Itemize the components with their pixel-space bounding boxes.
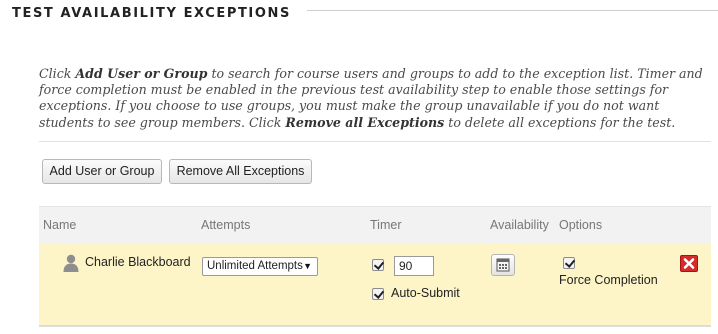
instructions-part-1: Click [39,66,76,81]
table-row: Charlie Blackboard Unlimited Attempts ▼ … [39,243,711,327]
user-name: Charlie Blackboard [85,255,191,269]
delete-exception-button[interactable] [680,255,698,272]
timer-checkbox[interactable] [372,259,384,271]
remove-all-exceptions-button[interactable]: Remove All Exceptions [169,159,312,184]
section-divider [307,10,718,11]
timer-minutes-input[interactable]: 90 [394,256,434,276]
column-header-attempts: Attempts [201,218,251,232]
instructions-text: Click Add User or Group to search for co… [39,66,711,131]
test-availability-exceptions-section: TEST AVAILABILITY EXCEPTIONS Click Add U… [0,0,718,334]
exceptions-table-header: Name Attempts Timer Availability Options [39,206,711,243]
column-header-timer: Timer [370,218,402,232]
section-title: TEST AVAILABILITY EXCEPTIONS [12,6,291,21]
add-user-or-group-button[interactable]: Add User or Group [42,159,162,184]
user-silhouette-icon [63,254,79,272]
force-completion-checkbox[interactable] [563,257,575,269]
column-header-availability: Availability [490,218,549,232]
force-completion-label: Force Completion [559,273,658,287]
auto-submit-label: Auto-Submit [391,286,460,300]
column-header-name: Name [43,218,77,232]
attempts-select[interactable]: Unlimited Attempts ▼ [202,257,318,276]
availability-calendar-button[interactable] [491,254,515,276]
instructions-part-3: to delete all exceptions for the test. [444,114,676,130]
instructions-remove-link-text: Remove all Exceptions [285,114,445,130]
instructions-add-link-text: Add User or Group [75,66,208,81]
column-header-options: Options [559,218,603,232]
chevron-down-icon: ▼ [303,261,312,271]
auto-submit-checkbox[interactable] [372,288,384,300]
instructions-divider [39,141,711,142]
attempts-select-value: Unlimited Attempts [207,260,303,272]
section-header: TEST AVAILABILITY EXCEPTIONS [7,0,718,28]
